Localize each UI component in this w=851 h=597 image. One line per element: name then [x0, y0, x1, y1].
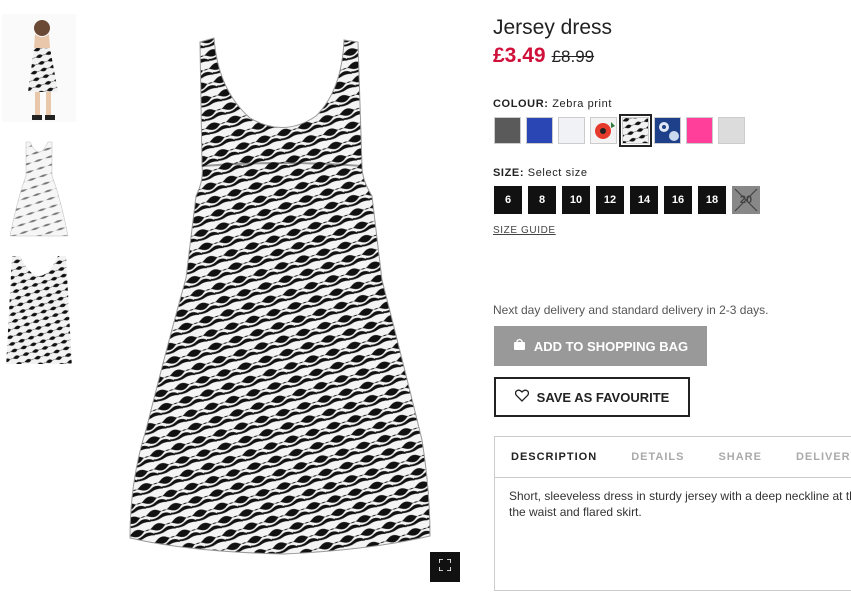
swatch-blue-floral[interactable]: [654, 117, 681, 144]
heart-icon: [514, 389, 529, 405]
save-favourite-button[interactable]: SAVE AS FAVOURITE: [494, 377, 690, 417]
size-14[interactable]: 14: [630, 186, 658, 214]
colour-label: COLOUR:: [493, 98, 549, 110]
expand-icon: [438, 558, 452, 576]
size-12[interactable]: 12: [596, 186, 624, 214]
size-16[interactable]: 16: [664, 186, 692, 214]
size-20-unavailable[interactable]: 20: [732, 186, 760, 214]
size-label: SIZE:: [493, 167, 525, 179]
price-row: £3.49 £8.99: [493, 44, 594, 68]
swatch-light-grey[interactable]: [718, 117, 745, 144]
product-title: Jersey dress: [493, 16, 613, 39]
colour-swatches: [494, 114, 745, 147]
tab-details[interactable]: DETAILS: [615, 451, 684, 463]
colour-label-row: COLOUR: Zebra print: [493, 98, 612, 110]
size-18[interactable]: 18: [698, 186, 726, 214]
description-content: Short, sleeveless dress in sturdy jersey…: [495, 478, 851, 530]
tab-description[interactable]: DESCRIPTION: [495, 451, 597, 463]
size-hint: Select size: [527, 167, 588, 179]
size-6[interactable]: 6: [494, 186, 522, 214]
swatch-zebra[interactable]: [619, 114, 652, 147]
product-info-tabs: DESCRIPTION DETAILS SHARE DELIVERY Short…: [494, 436, 851, 591]
expand-image-button[interactable]: [430, 552, 460, 582]
thumbnail-dress-front[interactable]: [2, 136, 76, 244]
add-to-bag-button[interactable]: ADD TO SHOPPING BAG: [494, 326, 707, 366]
size-options: 6 8 10 12 14 16 18 20: [494, 186, 760, 214]
swatch-white[interactable]: [558, 117, 585, 144]
tab-bar: DESCRIPTION DETAILS SHARE DELIVERY: [495, 437, 851, 478]
save-favourite-label: SAVE AS FAVOURITE: [536, 389, 670, 405]
swatch-red-floral[interactable]: [590, 117, 617, 144]
bag-icon: [513, 338, 526, 354]
original-price: £8.99: [551, 47, 595, 66]
thumbnail-dress-detail[interactable]: [2, 256, 76, 364]
tab-share[interactable]: SHARE: [702, 451, 762, 463]
sale-price: £3.49: [493, 44, 546, 67]
swatch-blue[interactable]: [526, 117, 553, 144]
description-line-1: Short, sleeveless dress in sturdy jersey…: [509, 489, 851, 503]
delivery-info: Next day delivery and standard delivery …: [493, 303, 769, 317]
colour-selected: Zebra print: [552, 98, 612, 110]
main-product-image: [100, 10, 468, 590]
size-label-row: SIZE: Select size: [493, 167, 588, 179]
size-10[interactable]: 10: [562, 186, 590, 214]
size-8[interactable]: 8: [528, 186, 556, 214]
swatch-dark-grey[interactable]: [494, 117, 521, 144]
size-guide-link[interactable]: SIZE GUIDE: [493, 225, 556, 236]
add-to-bag-label: ADD TO SHOPPING BAG: [533, 338, 689, 354]
swatch-pink[interactable]: [686, 117, 713, 144]
thumbnail-model[interactable]: [2, 14, 76, 122]
tab-delivery[interactable]: DELIVERY: [780, 451, 851, 463]
description-line-2: the waist and flared skirt.: [509, 505, 642, 519]
unavailable-cross-icon: [734, 188, 758, 212]
